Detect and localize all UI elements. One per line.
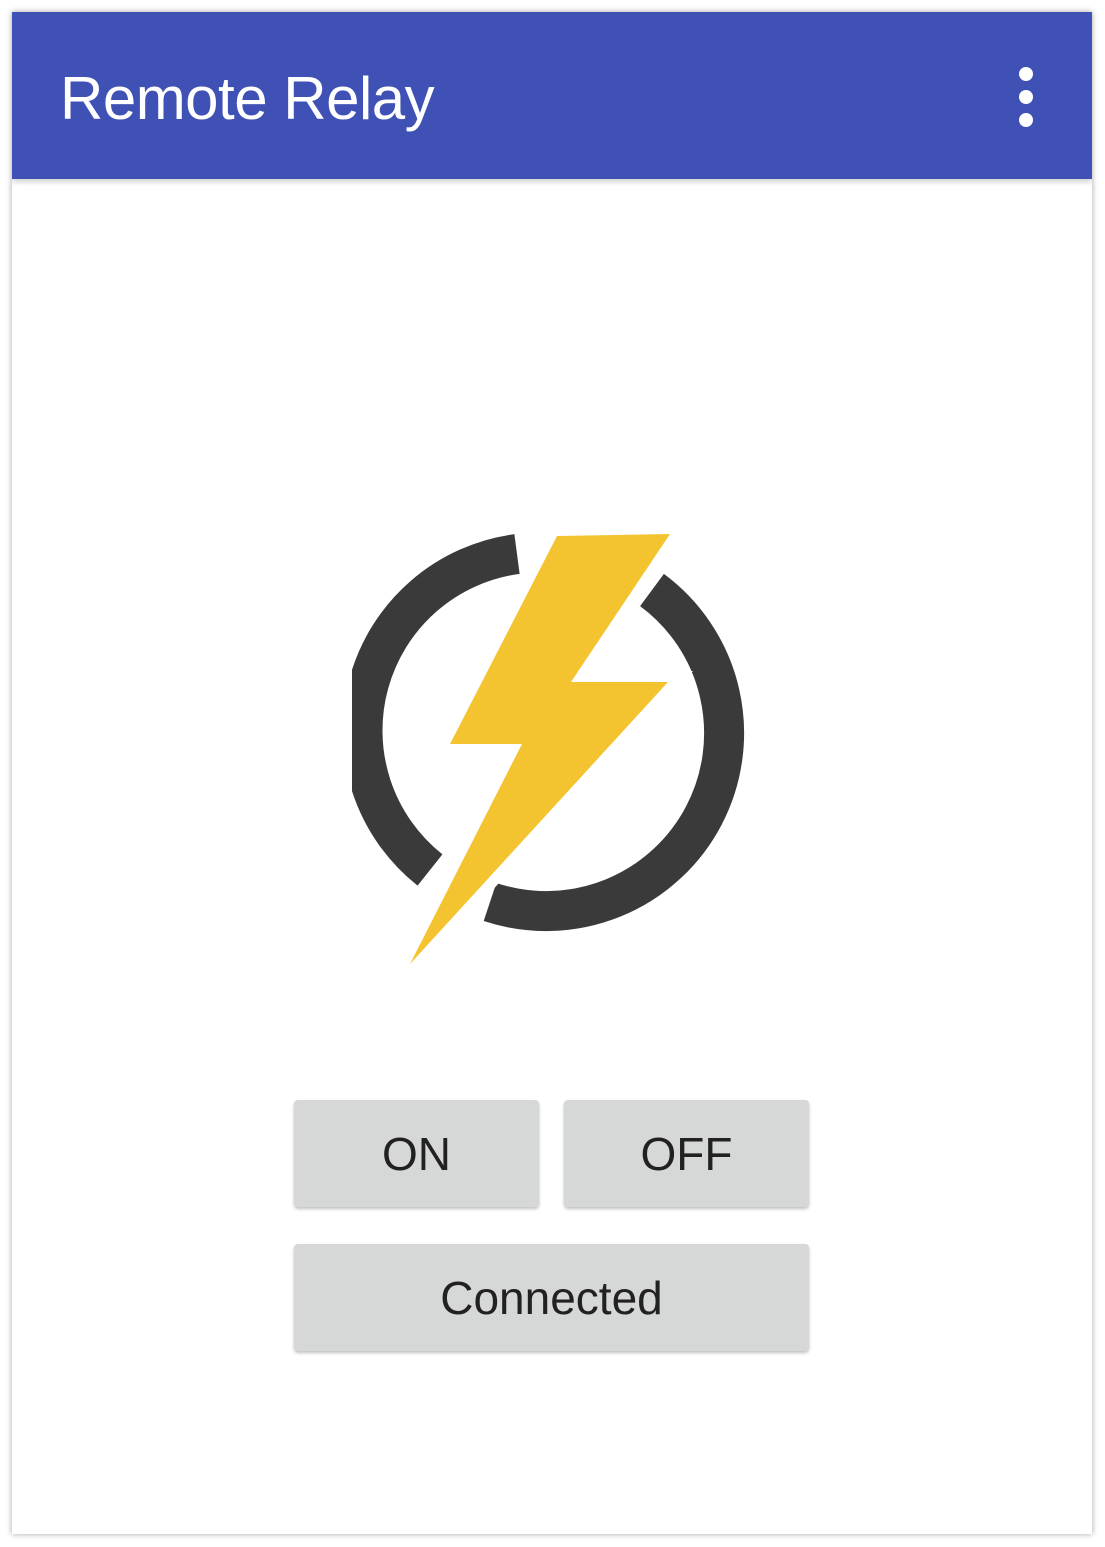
off-button[interactable]: OFF [564, 1100, 809, 1207]
app-title: Remote Relay [60, 65, 435, 132]
connection-status-button[interactable]: Connected [294, 1244, 809, 1351]
app-bar: Remote Relay [12, 12, 1092, 179]
on-button[interactable]: ON [294, 1100, 539, 1207]
app-window: Remote Relay ON OFF Connected [12, 12, 1092, 1534]
lightning-power-icon [342, 522, 772, 982]
more-vert-icon[interactable] [1006, 64, 1046, 130]
